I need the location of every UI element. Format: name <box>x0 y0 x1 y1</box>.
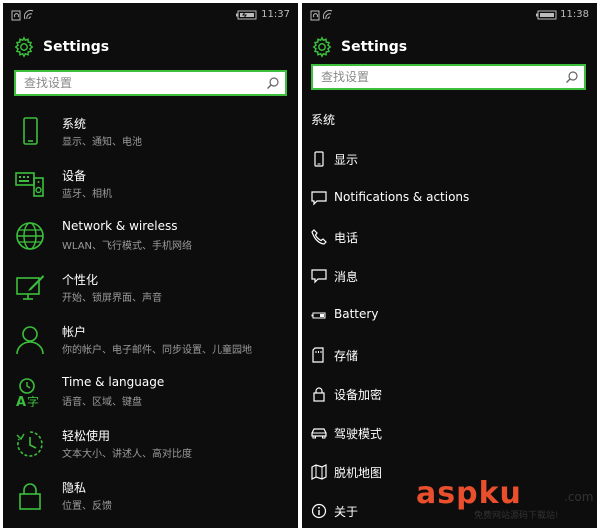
category-title: 轻松使用 <box>62 429 111 443</box>
status-bar: 11:38 <box>302 3 597 27</box>
personalization-icon <box>16 275 44 300</box>
page-title: Settings <box>341 39 408 55</box>
battery-status-icon <box>236 10 257 20</box>
status-time: 11:38 <box>560 9 589 20</box>
category-subtitle: 位置、反馈 <box>62 501 112 512</box>
search-box[interactable] <box>311 64 586 90</box>
menu-item-device-encryption[interactable]: 设备加密 <box>302 379 597 409</box>
category-title: 帐户 <box>62 325 87 339</box>
menu-item-display[interactable]: 显示 <box>302 144 597 174</box>
menu-item-label: 关于 <box>334 505 359 519</box>
category-time-language[interactable]: A 字 Time & language 语音、区域、键盘 <box>3 371 298 421</box>
menu-item-label: 脱机地图 <box>334 466 383 480</box>
menu-item-label: Notifications & actions <box>334 190 470 204</box>
menu-item-battery[interactable]: Battery <box>302 300 597 330</box>
menu-item-notifications[interactable]: Notifications & actions <box>302 183 597 213</box>
menu-item-phone[interactable]: 电话 <box>302 222 597 252</box>
category-ease-of-access[interactable]: 轻松使用 文本大小、讲述人、高对比度 <box>3 423 298 473</box>
time-language-icon: A 字 <box>16 378 39 407</box>
search-input[interactable] <box>313 66 569 88</box>
display-icon <box>314 151 324 167</box>
info-icon <box>311 503 327 519</box>
category-network[interactable]: Network & wireless WLAN、飞行模式、手机网络 <box>3 215 298 265</box>
category-accounts[interactable]: 帐户 你的帐户、电子邮件、同步设置、儿童园地 <box>3 319 298 369</box>
menu-item-messaging[interactable]: 消息 <box>302 261 597 291</box>
category-subtitle: 你的帐户、电子邮件、同步设置、儿童园地 <box>62 345 252 356</box>
watermark-tld: .com <box>564 490 594 504</box>
menu-item-label: 存储 <box>334 349 359 363</box>
category-title: 隐私 <box>62 481 87 495</box>
globe-icon <box>16 222 44 250</box>
menu-item-label: 电话 <box>334 231 359 245</box>
phone-call-icon <box>311 229 327 245</box>
right-phone-screen: 11:38 Settings 系统 显示 Notifications & act… <box>302 3 597 528</box>
category-title: 设备 <box>62 169 87 183</box>
category-subtitle: 开始、锁屏界面、声音 <box>62 293 162 304</box>
menu-item-driving-mode[interactable]: 驾驶模式 <box>302 418 597 448</box>
lock-icon <box>19 483 41 510</box>
menu-item-label: 显示 <box>334 153 359 167</box>
map-icon <box>311 464 327 480</box>
search-icon[interactable] <box>565 70 579 84</box>
category-system[interactable]: 系统 显示、通知、电池 <box>3 111 298 161</box>
menu-item-label: 设备加密 <box>334 388 383 402</box>
battery-icon <box>311 312 326 319</box>
lock-icon <box>313 387 325 402</box>
devices-icon <box>15 172 44 197</box>
settings-header: Settings <box>13 33 109 61</box>
watermark-logo: aspku .com 免费网站源码下载站! <box>416 476 596 521</box>
car-icon <box>311 428 327 439</box>
menu-item-label: Battery <box>334 307 379 321</box>
status-bar: 11:37 <box>3 3 298 27</box>
signal-icon <box>11 9 34 21</box>
gear-icon <box>14 36 34 58</box>
storage-icon <box>312 347 324 363</box>
watermark-brand: aspku <box>416 476 522 511</box>
phone-icon <box>23 117 38 145</box>
menu-item-storage[interactable]: 存储 <box>302 340 597 370</box>
notification-icon <box>311 191 327 206</box>
page-title: Settings <box>43 39 110 55</box>
category-privacy[interactable]: 隐私 位置、反馈 <box>3 475 298 525</box>
gear-icon <box>312 36 332 58</box>
category-devices[interactable]: 设备 蓝牙、相机 <box>3 163 298 213</box>
category-subtitle: 显示、通知、电池 <box>62 137 142 148</box>
search-input[interactable] <box>16 72 272 94</box>
menu-item-label: 驾驶模式 <box>334 427 383 441</box>
menu-item-label: 消息 <box>334 270 359 284</box>
category-subtitle: 语音、区域、键盘 <box>62 397 142 408</box>
category-title: Time & language <box>62 375 165 389</box>
category-title: 系统 <box>62 117 87 131</box>
svg-text:A: A <box>16 395 26 407</box>
search-box[interactable] <box>14 70 287 96</box>
status-time: 11:37 <box>261 9 290 20</box>
settings-header: Settings <box>311 33 407 61</box>
search-icon[interactable] <box>266 76 280 90</box>
svg-text:字: 字 <box>27 394 39 407</box>
battery-status-icon <box>536 10 557 20</box>
watermark-tagline: 免费网站源码下载站! <box>474 511 559 521</box>
category-personalization[interactable]: 个性化 开始、锁屏界面、声音 <box>3 267 298 317</box>
category-title: 个性化 <box>62 273 99 287</box>
section-title: 系统 <box>311 113 336 127</box>
signal-icon <box>310 9 333 21</box>
category-subtitle: WLAN、飞行模式、手机网络 <box>62 241 193 252</box>
left-phone-screen: 11:37 Settings 系统 显示、通知、电池 <box>3 3 298 528</box>
ease-of-access-icon <box>16 431 43 457</box>
message-icon <box>311 269 327 284</box>
category-title: Network & wireless <box>62 219 178 233</box>
person-icon <box>16 326 44 355</box>
category-subtitle: 文本大小、讲述人、高对比度 <box>62 449 192 460</box>
category-subtitle: 蓝牙、相机 <box>62 189 112 200</box>
